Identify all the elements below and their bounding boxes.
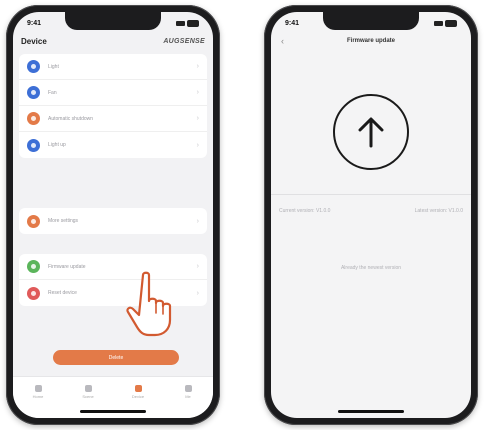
delete-button[interactable]: Delete [53,350,179,365]
latest-version: Latest version: V1.0.0 [414,208,463,214]
phone-firmware-update: 9:41 ‹ Firmware update Current version: … [264,5,478,425]
reset-icon [27,286,40,300]
signal-icon [434,20,443,26]
tab-device[interactable]: Device [128,385,148,418]
firmware-icon [27,260,40,273]
tab-home[interactable]: Home [28,385,48,418]
device-icon [134,385,142,392]
current-version: Current version: V1.0.0 [279,208,331,214]
phone-device-settings: 9:41 Device AUGSENSE Light › Fan › Automatic… [6,5,220,425]
settings-row-label: Light [48,63,59,70]
settings-row[interactable]: Light up › [19,132,207,158]
settings-row[interactable]: Automatic shutdown › [19,106,207,132]
settings-row-label: Fan [48,89,57,96]
settings-group-more: More settings › [19,208,207,234]
page-title: Firmware update [346,38,395,44]
profile-icon [184,385,192,392]
chevron-right-icon: › [196,63,199,70]
arrow-up-icon [358,117,384,148]
home-indicator [80,410,146,413]
phone-notch [65,12,161,30]
light-icon [27,60,40,73]
back-chevron-icon[interactable]: ‹ [281,36,284,46]
settings-row[interactable]: More settings › [19,208,207,234]
settings-icon [27,214,40,228]
scene-icon [84,385,92,392]
tab-me[interactable]: Me [178,385,198,418]
update-status-text: Already the newest version [340,265,402,271]
power-icon [27,138,40,152]
tab-label: Home [32,394,44,399]
battery-icon [445,19,457,27]
signal-icon [176,20,185,26]
tab-label: Device [131,394,145,399]
section-divider [271,194,471,195]
tab-label: Scene [82,394,94,399]
pointing-hand-icon [126,271,172,337]
chevron-right-icon: › [196,289,199,297]
chevron-right-icon: › [196,217,199,225]
brand-logo: AUGSENSE [163,37,205,45]
settings-row[interactable]: Light › [19,54,207,80]
firmware-update-screen: 9:41 ‹ Firmware update Current version: … [271,12,471,418]
page-title: Device [21,36,47,46]
settings-row-label: Light up [48,142,66,148]
settings-row-label: Automatic shutdown [48,115,94,122]
upload-arrow-icon[interactable] [333,94,409,170]
chevron-right-icon: › [196,141,199,149]
home-indicator [338,410,404,413]
device-settings-screen: 9:41 Device AUGSENSE Light › Fan › Automatic… [13,12,213,418]
tab-label: Me [185,394,191,399]
phone-notch [323,12,419,30]
chevron-right-icon: › [196,89,199,96]
status-time: 9:41 [285,19,300,27]
settings-row-label: More settings [48,218,79,224]
timer-icon [27,112,40,125]
tab-scene[interactable]: Scene [78,385,98,418]
settings-group-device: Light › Fan › Automatic shutdown › Light up › [19,54,207,158]
chevron-right-icon: › [196,115,199,122]
battery-icon [187,19,199,27]
settings-row[interactable]: Fan › [19,80,207,106]
nav-bar: ‹ Firmware update [271,34,471,48]
home-icon [34,385,42,392]
status-time: 9:41 [27,19,42,27]
chevron-right-icon: › [196,263,199,270]
fan-icon [27,86,40,99]
page-header: Device AUGSENSE [21,34,205,48]
version-info: Current version: V1.0.0 Latest version: … [279,208,463,214]
settings-row-label: Firmware update [48,263,86,270]
